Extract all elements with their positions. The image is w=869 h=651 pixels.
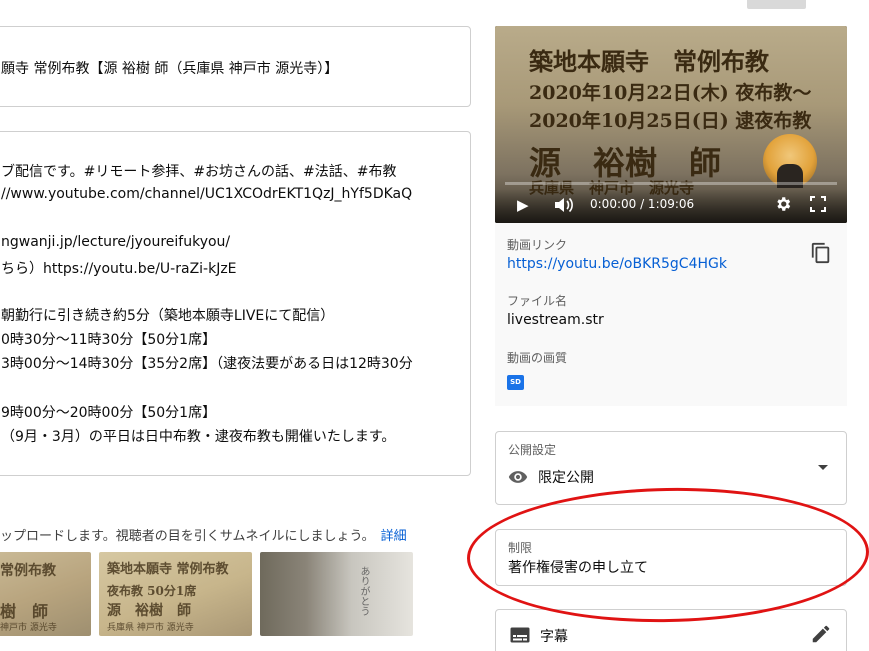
progress-bar[interactable] bbox=[505, 182, 837, 185]
visibility-label: 公開設定 bbox=[508, 443, 557, 457]
thumbnail-option-3[interactable]: ありがとう bbox=[260, 552, 413, 636]
restrictions-field[interactable]: 制限 著作権侵害の申し立て bbox=[495, 529, 847, 586]
copy-icon[interactable] bbox=[810, 241, 832, 265]
thumbnail-caption: ップロードします。視聴者の目を引くサムネイルにしましょう。 詳細 bbox=[0, 525, 407, 544]
restrictions-label: 制限 bbox=[508, 541, 533, 555]
video-overlay-text: 築地本願寺 常例布教 bbox=[529, 47, 769, 76]
thumbnail-text: 常例布教 bbox=[0, 563, 56, 579]
thumbnail-text: 兵庫県 神戸市 源光寺 bbox=[107, 623, 194, 633]
description-line: ブ配信です。#リモート参拝、#お坊さんの話、#法話、#布教 bbox=[1, 164, 397, 180]
description-line: 9時00分～20時00分【50分1席】 bbox=[1, 405, 217, 421]
volume-icon[interactable] bbox=[553, 196, 575, 214]
video-info-panel: 動画リンク https://youtu.be/oBKR5gC4HGk ファイル名… bbox=[495, 223, 847, 406]
visibility-select[interactable]: 公開設定 限定公開 bbox=[495, 431, 847, 505]
playback-time: 0:00:00 / 1:09:06 bbox=[590, 197, 695, 211]
description-line: 朝勤行に引き続き約5分（築地本願寺LIVEにて配信） bbox=[1, 308, 335, 324]
thumbnail-caption-text: ップロードします。視聴者の目を引くサムネイルにしましょう。 bbox=[0, 529, 375, 544]
title-field[interactable]: 願寺 常例布教【源 裕樹 師（兵庫県 神戸市 源光寺）】 bbox=[0, 26, 471, 107]
video-link[interactable]: https://youtu.be/oBKR5gC4HGk bbox=[507, 256, 727, 272]
thumbnail-text: 築地本願寺 常例布教 bbox=[107, 562, 229, 577]
speaker-avatar bbox=[763, 134, 817, 188]
sd-quality-badge: SD bbox=[507, 375, 524, 390]
description-line: 3時00分～14時30分【35分2席】（逮夜法要がある日は12時30分 bbox=[1, 356, 413, 372]
description-line: ちら）https://youtu.be/U-raZi-kJzE bbox=[1, 261, 237, 277]
restrictions-value: 著作権侵害の申し立て bbox=[508, 560, 648, 576]
subtitles-label: 字幕 bbox=[540, 629, 568, 645]
description-field[interactable]: ブ配信です。#リモート参拝、#お坊さんの話、#法話、#布教 //www.yout… bbox=[0, 131, 471, 476]
description-line: ngwanji.jp/lecture/jyoureifukyou/ bbox=[1, 234, 231, 250]
eye-icon bbox=[508, 471, 528, 483]
title-text: 願寺 常例布教【源 裕樹 師（兵庫県 神戸市 源光寺）】 bbox=[1, 61, 339, 77]
thumbnail-text: 神戸市 源光寺 bbox=[0, 623, 57, 633]
thumbnail-text: 源 裕樹 師 bbox=[107, 603, 191, 619]
details-link[interactable]: 詳細 bbox=[381, 529, 407, 544]
thumbnail-option-2[interactable]: 築地本願寺 常例布教 夜布教 50分1席 源 裕樹 師 兵庫県 神戸市 源光寺 bbox=[99, 552, 252, 636]
filename-label: ファイル名 bbox=[507, 294, 568, 308]
video-player[interactable]: 築地本願寺 常例布教 2020年10月22日(木) 夜布教〜 2020年10月2… bbox=[495, 26, 847, 223]
subtitles-icon bbox=[510, 627, 530, 643]
settings-gear-icon[interactable] bbox=[774, 195, 792, 213]
top-action-button-stub[interactable] bbox=[747, 0, 806, 9]
description-line: //www.youtube.com/channel/UC1XCOdrEKT1Qz… bbox=[1, 186, 413, 202]
filename-value: livestream.str bbox=[507, 312, 604, 328]
thumbnail-text: ありがとう bbox=[358, 566, 369, 616]
subtitles-row[interactable]: 字幕 bbox=[495, 609, 847, 651]
thumbnail-option-1[interactable]: 常例布教 樹 師 神戸市 源光寺 bbox=[0, 552, 91, 636]
description-line: （9月・3月）の平日は日中布教・逮夜布教も開催いたします。 bbox=[1, 429, 396, 445]
pencil-edit-icon[interactable] bbox=[810, 623, 832, 645]
fullscreen-icon[interactable] bbox=[810, 196, 826, 212]
quality-label: 動画の画質 bbox=[507, 351, 568, 365]
description-line: 0時30分～11時30分【50分1席】 bbox=[1, 332, 217, 348]
thumbnail-text: 樹 師 bbox=[0, 602, 49, 621]
thumbnail-text: 夜布教 50分1席 bbox=[107, 584, 197, 598]
video-overlay-text: 2020年10月25日(日) 逮夜布教 bbox=[529, 110, 812, 132]
visibility-value: 限定公開 bbox=[538, 470, 594, 486]
chevron-down-icon bbox=[818, 465, 828, 470]
play-icon[interactable]: ▶ bbox=[517, 198, 529, 213]
video-overlay-text: 2020年10月22日(木) 夜布教〜 bbox=[529, 82, 812, 104]
video-link-label: 動画リンク bbox=[507, 238, 568, 252]
